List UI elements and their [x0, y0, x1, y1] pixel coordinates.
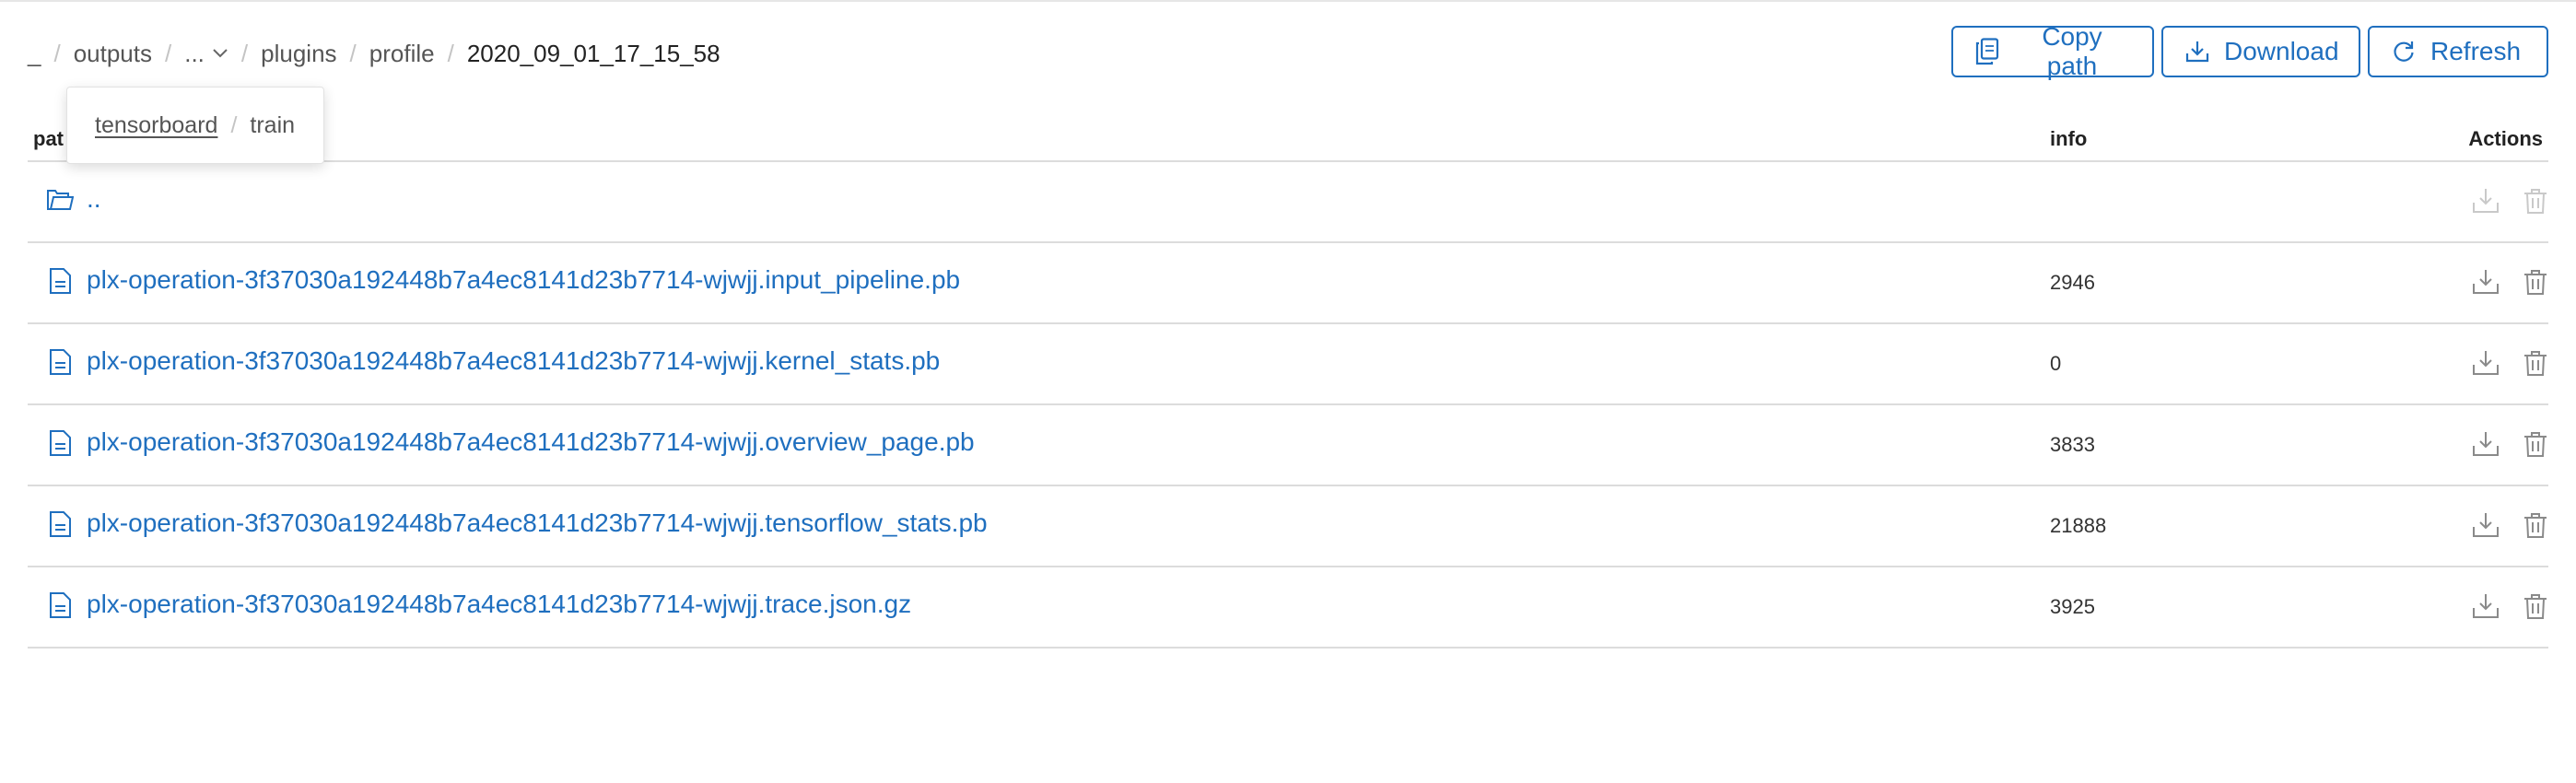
table-header: pat info Actions — [28, 123, 2548, 162]
table-row: plx-operation-3f37030a192448b7a4ec8141d2… — [28, 243, 2548, 324]
file-icon — [50, 268, 71, 294]
breadcrumb-separator: / — [447, 39, 454, 67]
breadcrumb-outputs[interactable]: outputs — [74, 40, 152, 68]
table-row: .. — [28, 162, 2548, 243]
file-link[interactable]: plx-operation-3f37030a192448b7a4ec8141d2… — [87, 427, 975, 457]
breadcrumb-separator: / — [240, 39, 249, 67]
download-icon — [2185, 40, 2209, 64]
download-icon[interactable] — [2471, 186, 2500, 216]
breadcrumb-profile[interactable]: profile — [369, 40, 435, 68]
trash-icon[interactable] — [2521, 348, 2550, 378]
top-border — [0, 0, 2576, 2]
table-row: plx-operation-3f37030a192448b7a4ec8141d2… — [28, 486, 2548, 567]
breadcrumb-current: 2020_09_01_17_15_58 — [466, 39, 720, 67]
file-link[interactable]: plx-operation-3f37030a192448b7a4ec8141d2… — [87, 346, 940, 376]
dropdown-item-train[interactable]: train — [250, 112, 295, 139]
copy-path-label: Copy path — [2042, 22, 2102, 80]
download-icon[interactable] — [2471, 591, 2500, 621]
row-info: 21888 — [2050, 514, 2107, 537]
trash-icon[interactable] — [2521, 267, 2550, 297]
file-link[interactable]: plx-operation-3f37030a192448b7a4ec8141d2… — [87, 590, 911, 619]
download-label: Download — [2224, 37, 2339, 65]
chevron-down-icon — [213, 49, 228, 58]
file-list: .. plx-operation-3f37030a192448b7a4ec814… — [28, 162, 2548, 649]
column-header-path[interactable]: pat — [33, 127, 64, 151]
table-row: plx-operation-3f37030a192448b7a4ec8141d2… — [28, 324, 2548, 405]
breadcrumb-dropdown: tensorboard / train — [66, 87, 324, 164]
table-row: plx-operation-3f37030a192448b7a4ec8141d2… — [28, 567, 2548, 649]
column-header-actions: Actions — [2468, 127, 2543, 150]
trash-icon[interactable] — [2521, 429, 2550, 459]
dropdown-separator: / — [230, 111, 238, 138]
table-row: plx-operation-3f37030a192448b7a4ec8141d2… — [28, 405, 2548, 486]
refresh-icon — [2392, 40, 2416, 64]
row-info: 2946 — [2050, 271, 2095, 294]
trash-icon[interactable] — [2521, 510, 2550, 540]
copy-path-button[interactable]: Copy path — [1951, 22, 2154, 80]
toolbar: Copy path Download Refresh — [1951, 22, 2548, 80]
download-icon[interactable] — [2471, 429, 2500, 459]
breadcrumb-ellipsis-label: ... — [184, 39, 205, 67]
refresh-label: Refresh — [2430, 37, 2522, 65]
file-icon — [50, 349, 71, 375]
file-icon — [50, 511, 71, 537]
parent-folder-link[interactable]: .. — [87, 184, 101, 214]
breadcrumb-root[interactable]: _ — [28, 40, 41, 68]
breadcrumb-separator: / — [349, 39, 357, 67]
breadcrumb-ellipsis-toggle[interactable]: ... — [184, 40, 228, 68]
trash-icon[interactable] — [2521, 591, 2550, 621]
file-icon — [50, 592, 71, 618]
folder-icon — [47, 190, 74, 210]
file-icon — [50, 430, 71, 456]
row-info: 3833 — [2050, 433, 2095, 456]
breadcrumb-separator: / — [165, 39, 172, 67]
trash-icon[interactable] — [2521, 186, 2550, 216]
row-info: 0 — [2050, 352, 2062, 375]
breadcrumb-plugins[interactable]: plugins — [261, 40, 336, 68]
dropdown-item-tensorboard[interactable]: tensorboard — [95, 112, 217, 139]
row-info: 3925 — [2050, 595, 2095, 618]
breadcrumb-separator: / — [53, 39, 61, 67]
breadcrumb: _ / outputs / ... / plugins / profile / … — [28, 35, 720, 72]
file-link[interactable]: plx-operation-3f37030a192448b7a4ec8141d2… — [87, 508, 988, 538]
column-header-info[interactable]: info — [2050, 127, 2087, 151]
download-icon[interactable] — [2471, 267, 2500, 297]
file-link[interactable]: plx-operation-3f37030a192448b7a4ec8141d2… — [87, 265, 960, 295]
download-icon[interactable] — [2471, 510, 2500, 540]
refresh-button[interactable]: Refresh — [2368, 26, 2548, 77]
copy-icon — [1975, 38, 1999, 65]
download-button[interactable]: Download — [2161, 26, 2360, 77]
download-icon[interactable] — [2471, 348, 2500, 378]
